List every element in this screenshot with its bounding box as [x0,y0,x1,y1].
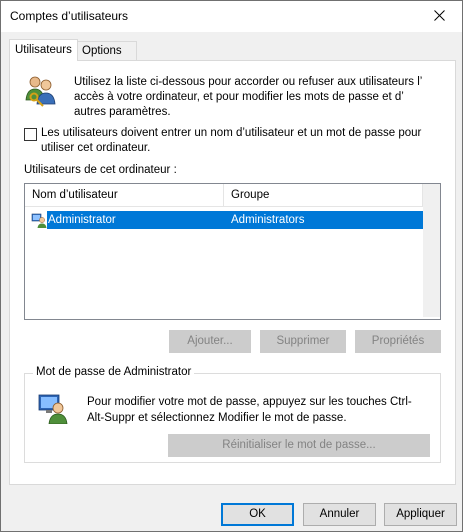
column-header-username[interactable]: Nom d’utilisateur [25,184,222,206]
ok-button[interactable]: OK [221,503,294,526]
user-account-icon [31,212,47,231]
table-row[interactable]: Administrator Administrators [25,211,423,229]
remove-user-button[interactable]: Supprimer [260,330,346,353]
password-group-title: Mot de passe de Administrator [33,366,195,378]
title-bar: Comptes d’utilisateurs [1,1,462,32]
users-key-icon [24,73,58,110]
users-tab-panel: Utilisez la liste ci-dessous pour accord… [9,60,456,485]
info-text: Utilisez la liste ci-dessous pour accord… [74,76,422,118]
cell-group: Administrators [231,214,305,226]
tab-utilisateurs[interactable]: Utilisateurs [9,39,78,61]
add-user-button[interactable]: Ajouter... [169,330,251,353]
vertical-scrollbar[interactable] [423,184,440,317]
list-header: Nom d’utilisateur Groupe [25,184,423,207]
password-groupbox: Mot de passe de Administrator Pour modif… [24,366,441,463]
close-icon [433,9,445,24]
cell-username: Administrator [48,214,116,226]
dialog-window: Comptes d’utilisateurs Utilisateurs Opti… [0,0,463,532]
password-instructions: Pour modifier votre mot de passe, appuye… [87,396,412,424]
window-title: Comptes d’utilisateurs [10,9,129,23]
cancel-button[interactable]: Annuler [303,503,376,526]
users-list[interactable]: Nom d’utilisateur Groupe Administrator A… [24,183,441,320]
apply-button[interactable]: Appliquer [384,503,457,526]
require-login-label[interactable]: Les utilisateurs doivent entrer un nom d… [41,126,441,156]
user-monitor-icon [37,392,69,427]
tab-options-avancees[interactable]: Options avancées [76,41,138,76]
column-header-group[interactable]: Groupe [224,184,421,206]
users-list-label: Utilisateurs de cet ordinateur : [24,164,177,176]
properties-button[interactable]: Propriétés [355,330,441,353]
close-button[interactable] [416,1,462,32]
require-login-checkbox[interactable] [24,128,37,141]
reset-password-button[interactable]: Réinitialiser le mot de passe... [168,434,430,457]
